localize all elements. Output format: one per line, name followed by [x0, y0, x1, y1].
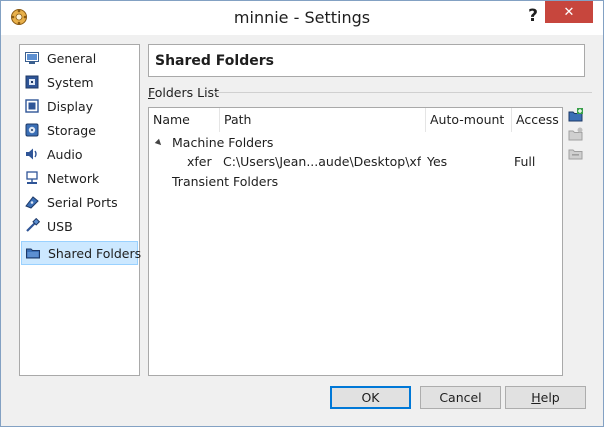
close-button[interactable]: ✕: [545, 1, 593, 23]
cancel-button[interactable]: Cancel: [420, 386, 501, 409]
expanded-arrow-icon[interactable]: [154, 138, 164, 148]
storage-icon: [24, 122, 40, 138]
audio-icon: [24, 146, 40, 162]
edit-folder-icon: [568, 126, 584, 145]
usb-icon: [24, 218, 40, 234]
page-title: Shared Folders: [155, 52, 274, 69]
close-icon: ✕: [563, 4, 575, 20]
help-icon[interactable]: ?: [520, 4, 546, 28]
remove-shared-folder-button[interactable]: [568, 146, 584, 162]
column-header-access[interactable]: Access: [512, 108, 562, 132]
column-header-name[interactable]: Name: [149, 108, 220, 132]
tree-group-transient-folders[interactable]: Transient Folders: [149, 172, 562, 192]
settings-window: minnie - Settings ? ✕ General System Dis…: [0, 0, 604, 427]
title-bar: minnie - Settings ? ✕: [1, 1, 603, 35]
shared-folders-table[interactable]: Name Path Auto-mount Access Machine Fold…: [148, 107, 563, 376]
add-folder-icon: [568, 107, 584, 126]
sidebar-item-label: Storage: [47, 122, 96, 138]
sidebar-item-label: Serial Ports: [47, 194, 118, 210]
group-label: Transient Folders: [172, 174, 279, 189]
ok-button[interactable]: OK: [330, 386, 411, 409]
sidebar-item-label: Display: [47, 98, 94, 114]
help-button[interactable]: Help: [505, 386, 586, 409]
sidebar-item-label: System: [47, 74, 94, 90]
page-title-box: Shared Folders: [148, 44, 585, 77]
sidebar-item-label: General: [47, 50, 97, 66]
folders-list-label-accelerator: F: [148, 85, 155, 100]
row-auto-mount: Yes: [427, 154, 448, 169]
sidebar-item-display[interactable]: Display: [21, 94, 138, 118]
network-icon: [24, 170, 40, 186]
sidebar-item-storage[interactable]: Storage: [21, 118, 138, 142]
shared-folders-icon: [25, 245, 41, 261]
table-header: Name Path Auto-mount Access: [149, 108, 562, 132]
column-header-path[interactable]: Path: [220, 108, 426, 132]
folders-list-label: Folders List: [148, 85, 219, 100]
display-icon: [24, 98, 40, 114]
group-label: Machine Folders: [172, 135, 274, 150]
group-divider: [214, 92, 592, 93]
row-name: xfer: [187, 154, 212, 169]
sidebar-item-network[interactable]: Network: [21, 166, 138, 190]
sidebar-item-label: Network: [47, 170, 100, 186]
add-shared-folder-button[interactable]: [568, 107, 584, 126]
column-header-auto-mount[interactable]: Auto-mount: [426, 108, 512, 132]
sidebar-item-serial-ports[interactable]: Serial Ports: [21, 190, 138, 214]
edit-shared-folder-button[interactable]: [568, 127, 584, 143]
help-button-accelerator: H: [531, 390, 541, 405]
settings-sidebar: General System Display Storage Audio Net…: [19, 44, 142, 376]
sidebar-item-label: USB: [47, 218, 73, 234]
row-access: Full: [514, 154, 536, 169]
tree-group-machine-folders[interactable]: Machine Folders: [149, 133, 562, 153]
remove-folder-icon: [568, 145, 584, 164]
sidebar-item-general[interactable]: General: [21, 46, 138, 70]
folders-list-label-text: olders List: [154, 85, 219, 100]
general-icon: [24, 50, 40, 66]
sidebar-item-audio[interactable]: Audio: [21, 142, 138, 166]
sidebar-item-shared-folders[interactable]: Shared Folders: [21, 241, 142, 265]
help-button-text: elp: [540, 390, 560, 405]
dialog-body: General System Display Storage Audio Net…: [8, 35, 596, 419]
row-path: C:\Users\Jean...aude\Desktop\xfer: [223, 154, 421, 169]
sidebar-item-usb[interactable]: USB: [21, 214, 138, 238]
sidebar-item-label: Audio: [47, 146, 83, 162]
window-title: minnie - Settings: [233, 8, 371, 27]
table-row[interactable]: xfer C:\Users\Jean...aude\Desktop\xfer Y…: [149, 152, 562, 172]
system-icon: [24, 74, 40, 90]
sidebar-item-label: Shared Folders: [48, 245, 142, 261]
serial-ports-icon: [24, 194, 40, 210]
sidebar-item-system[interactable]: System: [21, 70, 138, 94]
